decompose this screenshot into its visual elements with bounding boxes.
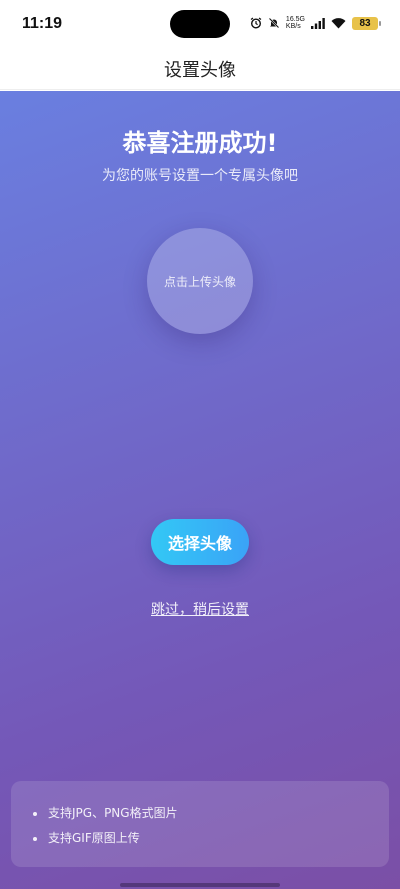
status-bar: 11:19 16.5G KB/s 83 — [0, 0, 400, 48]
success-subline: 为您的账号设置一个专属头像吧 — [102, 168, 298, 184]
alarm-icon — [250, 17, 262, 29]
home-indicator[interactable] — [120, 883, 280, 887]
bullet-dot — [33, 811, 37, 816]
format-tips: 支持JPG、PNG格式图片 支持GIF原图上传 — [11, 781, 389, 867]
mute-icon — [268, 17, 280, 29]
page-title: 设置头像 — [164, 60, 236, 81]
camera-island — [170, 10, 230, 38]
choose-avatar-button[interactable]: 选择头像 — [151, 519, 249, 565]
tip-item: 支持GIF原图上传 — [33, 829, 140, 846]
tip-item: 支持JPG、PNG格式图片 — [33, 804, 178, 821]
battery-icon: 83 — [352, 16, 381, 30]
bullet-dot — [33, 836, 37, 841]
success-headline: 恭喜注册成功! — [122, 129, 278, 157]
nav-bar: 设置头像 — [0, 48, 400, 90]
avatar-upload-circle[interactable]: 点击上传头像 — [147, 228, 253, 334]
skip-link[interactable]: 跳过，稍后设置 — [0, 599, 400, 619]
status-icons: 16.5G KB/s 83 — [250, 16, 381, 30]
status-time: 11:19 — [22, 15, 63, 32]
net-speed: 16.5G KB/s — [285, 16, 305, 30]
avatar-setup-panel: 恭喜注册成功! 为您的账号设置一个专属头像吧 点击上传头像 选择头像 跳过，稍后… — [0, 91, 400, 889]
wifi-icon — [331, 18, 346, 29]
avatar-upload-hint: 点击上传头像 — [163, 274, 236, 289]
signal-icon — [311, 17, 325, 29]
